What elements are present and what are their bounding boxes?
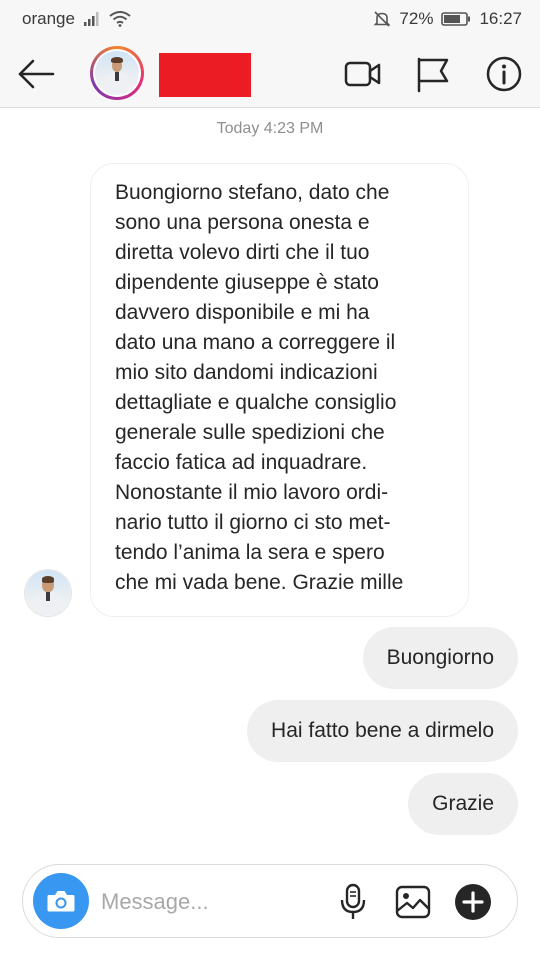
video-camera-icon xyxy=(344,61,381,87)
redacted-username[interactable] xyxy=(159,53,251,97)
outgoing-message-bubble[interactable]: Grazie xyxy=(408,773,518,835)
status-left: orange xyxy=(22,9,131,29)
outgoing-message-bubble[interactable]: Hai fatto bene a dirmelo xyxy=(247,700,518,762)
camera-icon xyxy=(47,891,75,912)
camera-button[interactable] xyxy=(33,873,89,929)
avatar-image xyxy=(25,570,71,616)
message-line: dipendente giuseppe è stato xyxy=(115,271,379,294)
battery-icon xyxy=(441,11,471,27)
message-line: dato una mano a correggere il xyxy=(115,331,396,354)
message-line: dettagliate e qualche consiglio xyxy=(115,391,397,414)
message-line: diretta volevo dirti che il tuo xyxy=(115,241,370,264)
message-timestamp: Today 4:23 PM xyxy=(216,120,324,137)
message-line: che mi vada bene. Grazie mille xyxy=(115,571,404,594)
mute-bell-icon xyxy=(373,10,391,28)
wifi-icon xyxy=(109,11,131,27)
info-icon xyxy=(486,56,522,92)
voice-message-button[interactable] xyxy=(333,882,373,922)
chat-header xyxy=(0,38,540,108)
message-line: sono una persona onesta e xyxy=(115,211,370,234)
outgoing-message-bubble[interactable]: Buongiorno xyxy=(362,627,518,689)
message-line: generale sulle spedizioni che xyxy=(115,421,385,444)
image-gallery-icon xyxy=(395,885,431,919)
flag-icon xyxy=(417,57,449,93)
microphone-icon xyxy=(340,883,366,919)
signal-icon xyxy=(83,11,101,27)
arrow-left-icon xyxy=(18,59,55,89)
status-right: 72% 16:27 xyxy=(373,9,522,29)
message-composer xyxy=(22,864,518,938)
message-line: Buongiorno stefano, dato che xyxy=(115,181,390,204)
avatar-image xyxy=(95,51,139,95)
back-button[interactable] xyxy=(16,56,56,92)
battery-percent: 72% xyxy=(399,9,434,28)
report-flag-button[interactable] xyxy=(414,55,452,93)
message-line: faccio fatica ad inquadrare. xyxy=(115,451,368,474)
contact-avatar[interactable] xyxy=(90,46,144,100)
incoming-message-bubble[interactable]: Buongiorno stefano, dato che sono una pe… xyxy=(90,163,469,617)
status-bar: orange 72% 16:27 xyxy=(0,0,540,38)
carrier-label: orange xyxy=(22,9,75,28)
message-line: tendo l’anima la sera e spero xyxy=(115,541,385,564)
more-options-button[interactable] xyxy=(453,882,493,922)
message-input[interactable] xyxy=(101,885,311,919)
video-call-button[interactable] xyxy=(344,55,382,93)
gallery-button[interactable] xyxy=(393,882,433,922)
message-line: Nonostante il mio lavoro ordi- xyxy=(115,481,389,504)
plus-circle-icon xyxy=(455,884,491,920)
message-line: davvero disponibile e mi ha xyxy=(115,301,370,324)
message-line: mio sito dandomi indicazioni xyxy=(115,361,378,384)
message-line: nario tutto il giorno ci sto met- xyxy=(115,511,391,534)
info-button[interactable] xyxy=(485,55,523,93)
clock: 16:27 xyxy=(479,9,522,28)
sender-avatar[interactable] xyxy=(24,569,72,617)
